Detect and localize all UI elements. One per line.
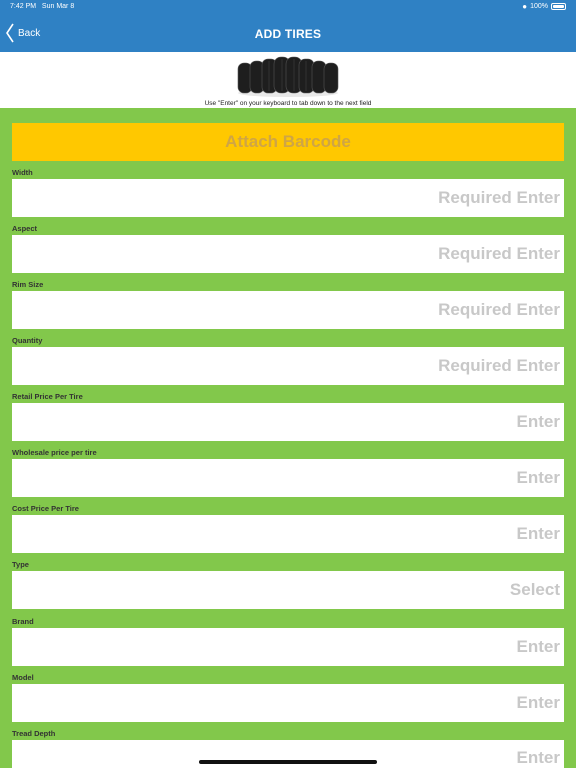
rim-size-label: Rim Size bbox=[12, 280, 44, 289]
width-field[interactable]: Required Enter bbox=[12, 179, 564, 217]
model-label: Model bbox=[12, 673, 34, 682]
retail-price-label: Retail Price Per Tire bbox=[12, 392, 83, 401]
rim-size-field[interactable]: Required Enter bbox=[12, 291, 564, 329]
aspect-field[interactable]: Required Enter bbox=[12, 235, 564, 273]
page-title: ADD TIRES bbox=[254, 27, 322, 41]
width-label: Width bbox=[12, 168, 33, 177]
quantity-label: Quantity bbox=[12, 336, 43, 345]
model-field[interactable]: Enter bbox=[12, 684, 564, 722]
type-select[interactable]: Select bbox=[12, 571, 564, 609]
battery-percent: 100% bbox=[530, 3, 548, 10]
wifi-icon: ● bbox=[522, 2, 528, 11]
cost-price-label: Cost Price Per Tire bbox=[12, 504, 79, 513]
retail-price-field[interactable]: Enter bbox=[12, 403, 564, 441]
status-time: 7:42 PM bbox=[10, 3, 37, 10]
wholesale-price-label: Wholesale price per tire bbox=[12, 448, 97, 457]
attach-barcode-button[interactable]: Attach Barcode bbox=[12, 123, 564, 161]
status-right: ● 100% bbox=[522, 2, 566, 11]
home-indicator[interactable] bbox=[199, 760, 377, 764]
tread-depth-label: Tread Depth bbox=[12, 729, 56, 738]
tire-stack-icon bbox=[237, 56, 339, 97]
aspect-label: Aspect bbox=[12, 224, 38, 233]
battery-icon bbox=[551, 3, 566, 10]
wholesale-price-field[interactable]: Enter bbox=[12, 459, 564, 497]
type-label: Type bbox=[12, 560, 29, 569]
keyboard-hint: Use "Enter" on your keyboard to tab down… bbox=[204, 100, 372, 107]
brand-field[interactable]: Enter bbox=[12, 628, 564, 666]
status-time-date: 7:42 PM Sun Mar 8 bbox=[10, 3, 74, 10]
navigation-bar: 7:42 PM Sun Mar 8 ● 100% Back ADD TIRES bbox=[0, 0, 576, 52]
quantity-field[interactable]: Required Enter bbox=[12, 347, 564, 385]
status-date: Sun Mar 8 bbox=[41, 3, 75, 10]
brand-label: Brand bbox=[12, 617, 34, 626]
cost-price-field[interactable]: Enter bbox=[12, 515, 564, 553]
